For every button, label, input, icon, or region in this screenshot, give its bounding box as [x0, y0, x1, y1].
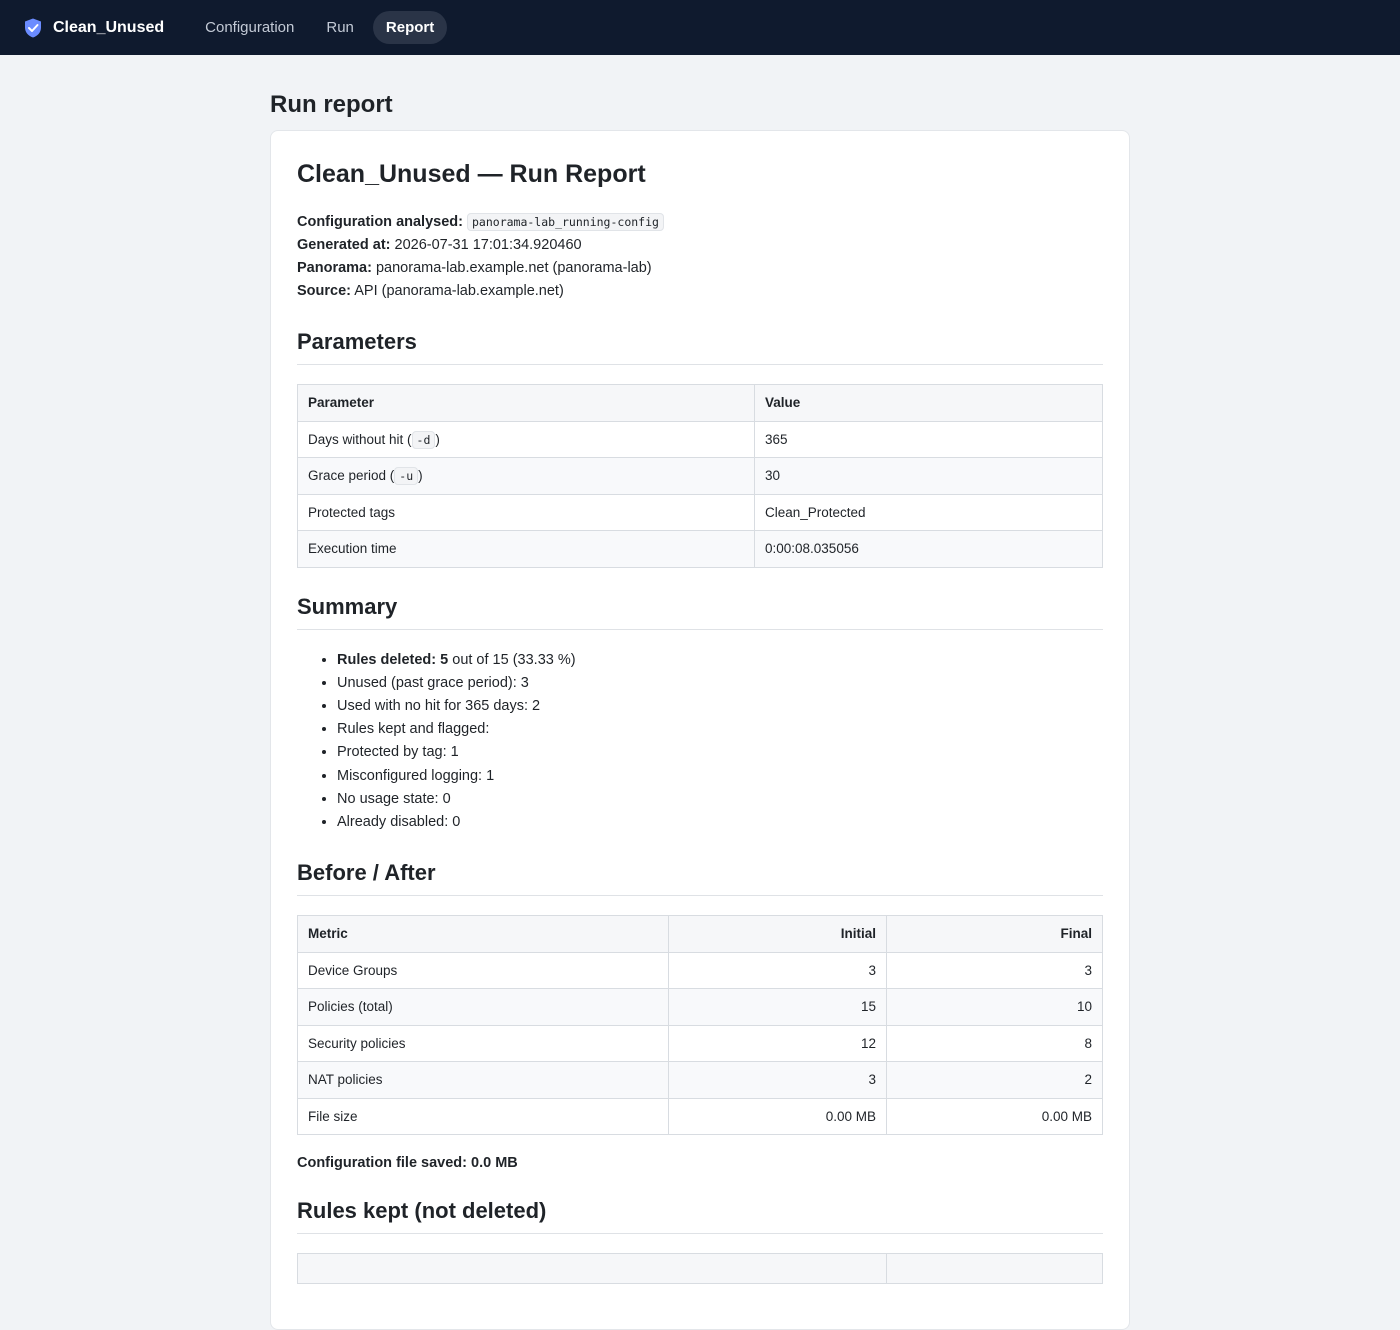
final-cell: 0.00 MB [886, 1097, 1103, 1136]
rules-kept-heading: Rules kept (not deleted) [297, 1197, 1103, 1235]
meta-generated-label: Generated at: [297, 237, 391, 253]
main-nav: Configuration Run Report [192, 11, 453, 44]
table-row: Days without hit (-d) 365 [297, 420, 1103, 458]
parameters-heading: Parameters [297, 328, 1103, 365]
config-saved-note: Configuration file saved: 0.0 MB [297, 1155, 518, 1172]
col-parameter: Parameter [297, 384, 755, 422]
final-cell: 2 [886, 1061, 1103, 1099]
table-header-row: Metric Initial Final [297, 915, 1103, 953]
col-value: Value [754, 384, 1103, 422]
value-cell: Clean_Protected [754, 493, 1103, 531]
nav-configuration[interactable]: Configuration [192, 11, 307, 44]
before-after-table: Metric Initial Final Device Groups 3 3 P… [297, 915, 1103, 1136]
table-row: File size 0.00 MB 0.00 MB [297, 1097, 1103, 1136]
meta-panorama: Panorama: panorama-lab.example.net (pano… [297, 257, 1103, 280]
rules-kept-table [297, 1253, 1103, 1285]
col-kept-right [886, 1253, 1103, 1285]
list-item: No usage state: 0 [337, 788, 1103, 811]
table-row: NAT policies 3 2 [297, 1061, 1103, 1099]
col-kept-left [297, 1253, 887, 1285]
flag-code: -d [411, 430, 436, 449]
page-title: Run report [270, 91, 393, 118]
deleted-count: 5 [440, 651, 449, 668]
nav-report[interactable]: Report [372, 11, 448, 44]
param-label: Grace period ( [308, 468, 395, 484]
col-initial: Initial [668, 915, 887, 953]
meta-generated-value: 2026-07-31 17:01:34.920460 [394, 237, 582, 253]
report-card: Clean_Unused — Run Report Configuration … [270, 130, 1130, 1330]
before-after-heading: Before / After [297, 859, 1103, 897]
table-row: Policies (total) 15 10 [297, 988, 1103, 1026]
parameters-table: Parameter Value Days without hit (-d) 36… [297, 384, 1103, 568]
metric-cell: Security policies [297, 1024, 669, 1063]
list-item: Protected by tag: 1 [337, 741, 1103, 764]
table-header-row: Parameter Value [297, 384, 1103, 422]
parameter-cell: Grace period (-u) [297, 457, 755, 495]
param-label: Days without hit ( [308, 431, 412, 447]
brand[interactable]: Clean_Unused [24, 18, 164, 38]
param-label-end: ) [418, 468, 423, 484]
list-item: Used with no hit for 365 days: 2 [337, 695, 1103, 718]
main-content: Run report Clean_Unused — Run Report Con… [270, 90, 1130, 1330]
table-row: Device Groups 3 3 [297, 951, 1103, 990]
parameter-cell: Days without hit (-d) [297, 420, 755, 458]
meta-panorama-value: panorama-lab.example.net (panorama-lab) [375, 260, 652, 276]
meta-config-label: Configuration analysed: [297, 214, 463, 230]
parameter-cell: Protected tags [297, 493, 755, 531]
summary-heading: Summary [297, 593, 1103, 630]
list-item: Rules deleted: 5 out of 15 (33.33 %) [337, 649, 1103, 672]
metric-cell: File size [297, 1097, 669, 1136]
metric-cell: NAT policies [297, 1061, 669, 1099]
initial-cell: 15 [668, 988, 887, 1026]
meta-generated: Generated at: 2026-07-31 17:01:34.920460 [297, 234, 1103, 257]
top-navbar: Clean_Unused Configuration Run Report [0, 0, 1400, 55]
list-item: Already disabled: 0 [337, 811, 1103, 834]
meta-configuration: Configuration analysed: panorama-lab_run… [297, 211, 1103, 234]
table-row: Security policies 12 8 [297, 1024, 1103, 1063]
deleted-label: Rules deleted: [337, 651, 437, 668]
value-cell: 365 [754, 420, 1103, 458]
initial-cell: 3 [668, 1061, 887, 1099]
parameter-cell: Execution time [297, 530, 755, 568]
final-cell: 8 [886, 1024, 1103, 1063]
report-title: Clean_Unused — Run Report [297, 160, 646, 188]
nav-run[interactable]: Run [313, 11, 367, 44]
meta-panorama-label: Panorama: [297, 260, 372, 276]
table-row: Grace period (-u) 30 [297, 457, 1103, 495]
final-cell: 10 [886, 988, 1103, 1026]
table-row: Execution time 0:00:08.035056 [297, 530, 1103, 568]
flag-code: -u [394, 467, 419, 486]
col-final: Final [886, 915, 1103, 953]
metric-cell: Device Groups [297, 951, 669, 990]
shield-check-icon [25, 18, 41, 37]
final-cell: 3 [886, 951, 1103, 990]
value-cell: 0:00:08.035056 [754, 530, 1103, 568]
col-metric: Metric [297, 915, 669, 953]
summary-list: Rules deleted: 5 out of 15 (33.33 %) Unu… [297, 649, 1103, 835]
initial-cell: 12 [668, 1024, 887, 1063]
app-name: Clean_Unused [53, 18, 165, 36]
list-item: Rules kept and flagged: [337, 718, 1103, 741]
initial-cell: 3 [668, 951, 887, 990]
meta-source: Source: API (panorama-lab.example.net) [297, 280, 1103, 303]
list-item: Misconfigured logging: 1 [337, 765, 1103, 788]
list-item: Unused (past grace period): 3 [337, 672, 1103, 695]
meta-source-label: Source: [297, 283, 351, 299]
meta-source-value: API (panorama-lab.example.net) [354, 283, 564, 299]
value-cell: 30 [754, 457, 1103, 495]
table-row: Protected tags Clean_Protected [297, 493, 1103, 531]
metric-cell: Policies (total) [297, 988, 669, 1026]
config-name-code: panorama-lab_running-config [467, 213, 664, 231]
deleted-rest: out of 15 (33.33 %) [452, 651, 576, 668]
table-header-row [297, 1253, 1103, 1285]
param-label-end: ) [435, 431, 440, 447]
initial-cell: 0.00 MB [668, 1097, 887, 1136]
